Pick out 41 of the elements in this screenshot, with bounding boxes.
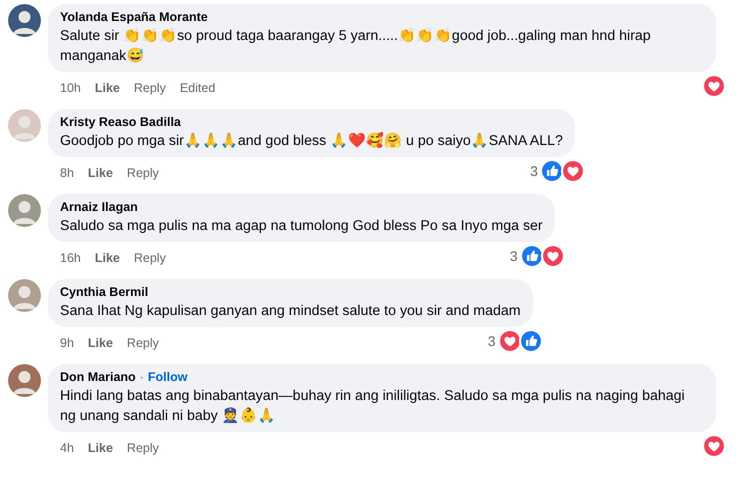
comment-text: Goodjob po mga sir🙏🙏🙏and god bless 🙏❤🥰🤗 u po saiyo🙏SANA ALL?	[60, 131, 563, 151]
comment-text: Salute sir 👏👏👏so proud taga baarangay 5 yarn.....👏👏👏good job...galing man hnd hirap manganak😅	[60, 26, 652, 66]
follow-link[interactable]: Follow	[148, 370, 188, 384]
author-name[interactable]: Arnaiz Ilagan	[60, 200, 138, 214]
like-icon[interactable]	[518, 329, 543, 353]
like-icon[interactable]	[520, 244, 544, 268]
reply-button[interactable]: Reply	[134, 251, 166, 265]
like-icon[interactable]	[540, 159, 564, 183]
reaction-count[interactable]: 3	[488, 333, 496, 349]
separator-dot: ·	[140, 370, 144, 384]
timestamp[interactable]: 8h	[60, 166, 74, 180]
timestamp[interactable]: 16h	[60, 251, 81, 265]
like-button[interactable]: Like	[94, 81, 120, 95]
heart-icon[interactable]	[702, 74, 726, 98]
reply-button[interactable]: Reply	[126, 166, 159, 180]
reaction-count[interactable]: 3	[510, 248, 518, 264]
like-button[interactable]: Like	[88, 166, 113, 180]
edited-label: Edited	[180, 81, 216, 95]
author-name[interactable]: Kristy Reaso Badilla	[60, 115, 181, 129]
timestamp[interactable]: 10h	[60, 81, 81, 95]
heart-icon[interactable]	[498, 329, 522, 353]
reply-button[interactable]: Reply	[134, 81, 166, 95]
timestamp[interactable]: 4h	[60, 441, 74, 455]
like-button[interactable]: Like	[88, 336, 113, 350]
heart-icon[interactable]	[560, 159, 585, 183]
heart-icon[interactable]	[540, 244, 565, 268]
like-button[interactable]: Like	[94, 251, 120, 265]
author-name[interactable]: Don Mariano	[60, 370, 136, 384]
comment-text: Saludo sa mga pulis na ma agap na tumolong God bless Po sa Inyo mga ser	[60, 217, 543, 236]
comment-text: Sana Ihat Ng kapulisan ganyan ang mindset salute to you sir and madam	[60, 302, 521, 321]
like-button[interactable]: Like	[88, 441, 113, 455]
avatar-icon[interactable]	[8, 4, 41, 37]
reaction-count[interactable]: 3	[530, 163, 538, 179]
reply-button[interactable]: Reply	[126, 336, 159, 350]
author-name[interactable]: Cynthia Bermil	[60, 285, 148, 299]
heart-icon[interactable]	[702, 434, 726, 458]
reply-button[interactable]: Reply	[126, 441, 159, 455]
comment-text: Hindi lang batas ang binabantayan—buhay rin ang inililigtas. Saludo sa mga pulis na naging bahagi ng unang sandali ni baby 👮👶🙏	[60, 387, 686, 426]
author-name[interactable]: Yolanda España Morante	[60, 10, 208, 24]
timestamp[interactable]: 9h	[60, 336, 74, 350]
avatar-icon[interactable]	[8, 364, 41, 397]
